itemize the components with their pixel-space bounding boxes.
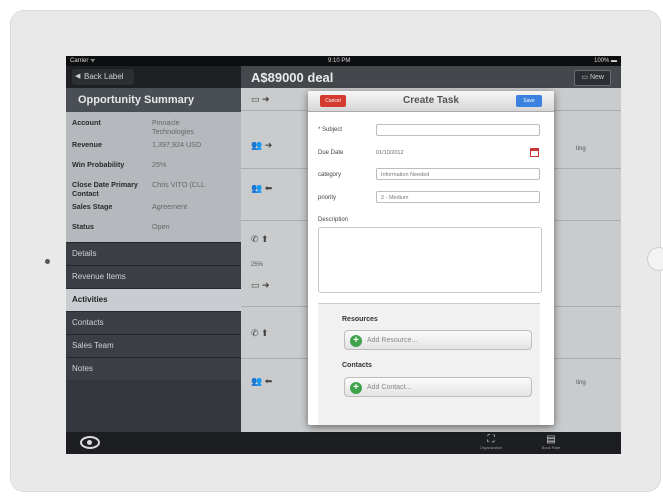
plus-icon: + [350, 382, 362, 394]
calendar-arrow-icon[interactable]: ▭ ➜ [251, 94, 270, 105]
battery-text: 100% ▬ [593, 58, 617, 64]
clock-text: 9:10 PM [328, 58, 351, 64]
status-bar: Carrier ᯤ 9:10 PM 100% ▬ [66, 56, 621, 66]
tab-book-rate-label: Book Rate [541, 445, 561, 450]
field-label: Sales Stage [72, 202, 113, 211]
tab-organization[interactable]: ⛶ Organization [476, 434, 506, 450]
left-navbar: ◀ Back Label [66, 66, 241, 88]
nav-details[interactable]: Details [66, 242, 241, 265]
subject-input[interactable] [376, 124, 540, 136]
field-label: Account [72, 118, 101, 127]
new-label: New [589, 74, 604, 81]
resources-title: Resources [342, 316, 378, 323]
priority-label: priority [318, 195, 337, 201]
back-button[interactable]: ◀ Back Label [72, 69, 134, 85]
back-label: Back Label [84, 72, 124, 81]
back-arrow-icon: ◀ [75, 73, 81, 80]
people-arrow-icon[interactable]: 👥 ➜ [251, 140, 272, 151]
summary-fields: Account Pinnacle Technologies Revenue 1,39… [66, 112, 241, 242]
right-navbar: A$89000 deal ▭ New [241, 66, 621, 88]
people-back-icon[interactable]: 👥 ⬅ [251, 376, 272, 387]
tab-organization-label: Organization [479, 445, 503, 450]
calendar-arrow-icon[interactable]: ▭ ➜ [251, 280, 270, 291]
field-value: 1,397,924 USD [152, 140, 202, 149]
app-screen: Carrier ᯤ 9:10 PM 100% ▬ ◀ Back Label Op… [66, 56, 621, 454]
org-chart-icon: ⛶ [487, 434, 495, 445]
resources-contacts-section: Resources + Add Resource... Contacts + A… [318, 303, 540, 425]
field-row: Win Probability 25% [66, 156, 241, 176]
save-button[interactable]: Save [516, 95, 542, 107]
people-back-icon[interactable]: 👥 ⬅ [251, 183, 272, 194]
book-icon: ▤ [546, 434, 556, 445]
camera-dot [45, 259, 50, 264]
row-snippet: ting [576, 146, 586, 152]
field-label: Revenue [72, 140, 102, 149]
carrier-text: Carrier ᯤ [70, 58, 96, 64]
dialog-header: Cancel Create Task Save [308, 91, 554, 112]
field-label: Close Date Primary Contact [72, 180, 138, 198]
new-button[interactable]: ▭ New [574, 70, 611, 86]
phone-icon[interactable]: ✆ ⬆ [251, 234, 269, 245]
calendar-icon[interactable] [530, 148, 539, 157]
add-resource-button[interactable]: + Add Resource... [344, 330, 532, 350]
nav-activities[interactable]: Activities [66, 288, 241, 311]
row-snippet: ting [576, 380, 586, 386]
category-select[interactable]: Information Needed [376, 168, 540, 180]
field-value: Chris VITO (CLL [152, 180, 205, 189]
field-label: Status [72, 222, 94, 231]
bottom-tabbar: ⛶ Organization ▤ Book Rate [66, 432, 621, 454]
due-date-label: Due Date [318, 150, 344, 156]
add-contact-label: Add Contact... [367, 384, 412, 391]
field-row: Sales Stage Agreement [66, 198, 241, 218]
add-contact-button[interactable]: + Add Contact... [344, 377, 532, 397]
field-row: Status Open [66, 218, 241, 238]
field-row: Revenue 1,397,924 USD [66, 136, 241, 156]
nav-contacts[interactable]: Contacts [66, 311, 241, 334]
subject-label: * Subject [318, 127, 343, 133]
field-value: Pinnacle Technologies [152, 118, 194, 136]
due-date-value[interactable]: 01/10/2012 [376, 150, 404, 156]
plus-icon: + [350, 335, 362, 347]
field-value: Agreement [152, 202, 188, 211]
contacts-title: Contacts [342, 362, 372, 369]
left-pane: ◀ Back Label Opportunity Summary Account… [66, 66, 241, 432]
tab-book-rate[interactable]: ▤ Book Rate [536, 434, 566, 450]
row-snippet: 25% [251, 262, 264, 268]
nav-revenue-items[interactable]: Revenue Items [66, 265, 241, 288]
field-label: Win Probability [72, 160, 125, 169]
app-logo-icon[interactable] [80, 436, 100, 449]
description-label: Description [318, 217, 349, 223]
home-button[interactable] [648, 248, 663, 270]
category-label: category [318, 172, 342, 178]
field-value: Open [152, 222, 170, 231]
priority-select[interactable]: 2 - Medium [376, 191, 540, 203]
add-resource-label: Add Resource... [367, 337, 418, 344]
create-task-dialog: Cancel Create Task Save * Subject Due Da… [308, 91, 554, 425]
field-row: Account Pinnacle Technologies [66, 114, 241, 136]
field-value: 25% [152, 160, 167, 169]
field-row: Close Date Primary Contact Chris VITO (CL… [66, 176, 241, 198]
summary-title: Opportunity Summary [66, 88, 241, 112]
phone-icon[interactable]: ✆ ⬆ [251, 328, 269, 339]
nav-sales-team[interactable]: Sales Team [66, 334, 241, 357]
nav-notes[interactable]: Notes [66, 357, 241, 380]
description-textarea[interactable] [318, 227, 542, 293]
deal-title: A$89000 deal [251, 70, 334, 85]
